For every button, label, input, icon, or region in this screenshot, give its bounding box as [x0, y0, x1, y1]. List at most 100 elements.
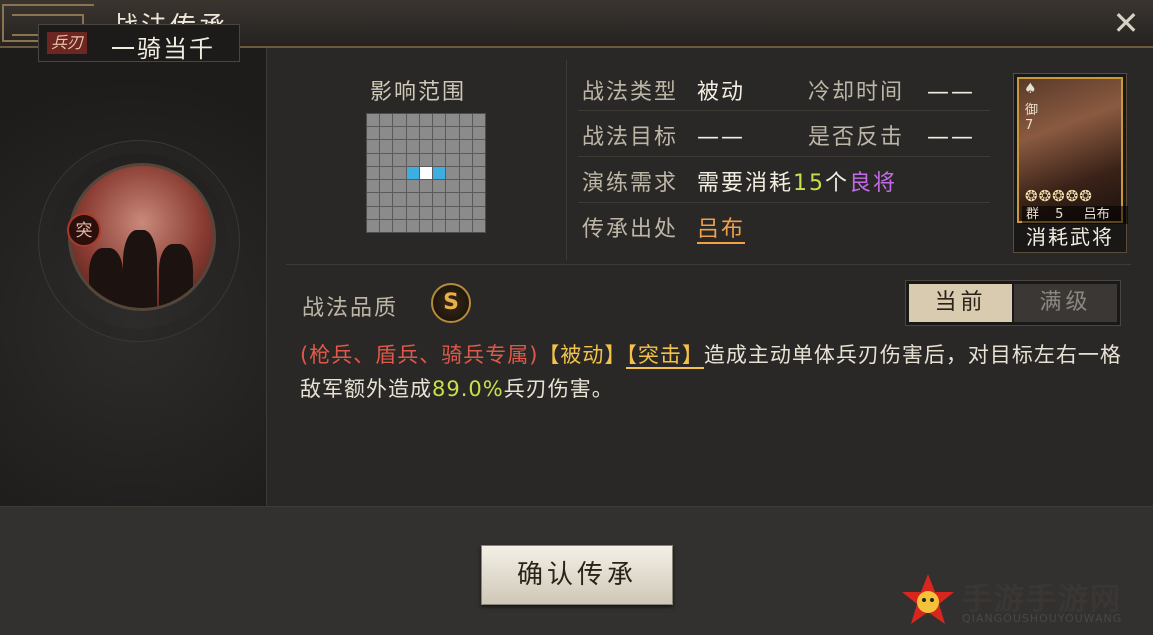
- range-label: 影响范围: [370, 80, 467, 105]
- range-cell: [419, 140, 433, 153]
- range-cell: [380, 127, 393, 140]
- tag-assault-link[interactable]: 【突击】: [626, 343, 704, 369]
- range-cell: [393, 180, 406, 193]
- range-cell: [459, 180, 472, 193]
- range-cell: [380, 140, 393, 153]
- divider: [286, 264, 1131, 265]
- divider: [566, 60, 567, 260]
- general-name: 吕布: [1083, 207, 1110, 222]
- info-row-counter: 是否反击 ——: [808, 119, 975, 151]
- close-icon[interactable]: ✕: [1109, 6, 1143, 40]
- range-cell: [419, 206, 433, 219]
- range-cell: [446, 206, 459, 219]
- range-cell: [446, 166, 459, 180]
- watermark: 手游手游网 QIANGOUSHOUYOUWANG: [900, 570, 1150, 630]
- range-cell: [367, 206, 380, 219]
- range-cell: [433, 193, 446, 206]
- range-cell: [406, 219, 419, 232]
- range-cell: [406, 206, 419, 219]
- spade-icon: ♠: [1024, 81, 1037, 97]
- range-cell: [472, 180, 485, 193]
- range-cell: [472, 127, 485, 140]
- range-cell: [367, 114, 380, 127]
- range-cell: [393, 206, 406, 219]
- range-cell: [406, 193, 419, 206]
- range-cell: [459, 140, 472, 153]
- range-cell: [419, 153, 433, 166]
- range-cell: [419, 180, 433, 193]
- confirm-inherit-button[interactable]: 确认传承: [481, 545, 673, 605]
- range-cell: [406, 180, 419, 193]
- counter-label: 是否反击: [808, 125, 905, 150]
- range-cell: [393, 166, 406, 180]
- info-row-type: 战法类型 被动: [582, 74, 745, 106]
- range-cell: [393, 219, 406, 232]
- tab-max-level[interactable]: 满级: [1014, 284, 1117, 322]
- range-cell: [419, 193, 433, 206]
- range-cell: [472, 153, 485, 166]
- range-cell: [472, 166, 485, 180]
- watermark-logo-icon: [902, 574, 954, 624]
- description-text-end: 兵刃伤害。: [503, 377, 614, 401]
- source-general-link[interactable]: 吕布: [697, 217, 746, 244]
- range-cell: [406, 140, 419, 153]
- range-cell: [406, 153, 419, 166]
- range-cell: [380, 153, 393, 166]
- info-row-source: 传承出处 吕布: [582, 211, 746, 244]
- range-cell: [472, 140, 485, 153]
- range-cell-hit: [406, 166, 419, 180]
- range-cell: [406, 127, 419, 140]
- quality-label: 战法品质: [302, 296, 399, 321]
- skill-type-label: 战法类型: [582, 80, 679, 105]
- range-cell: [433, 127, 446, 140]
- info-row-target: 战法目标 ——: [582, 119, 745, 151]
- range-cell: [459, 114, 472, 127]
- watermark-subtext: QIANGOUSHOUYOUWANG: [962, 612, 1123, 625]
- drill-unit: 个: [825, 171, 850, 196]
- range-cell: [367, 219, 380, 232]
- range-cell: [433, 153, 446, 166]
- range-cell: [367, 180, 380, 193]
- range-cell: [419, 114, 433, 127]
- range-cell: [433, 206, 446, 219]
- range-cell: [459, 206, 472, 219]
- cooldown-label: 冷却时间: [808, 80, 905, 105]
- range-cell: [446, 153, 459, 166]
- range-cell: [380, 166, 393, 180]
- source-label: 传承出处: [582, 217, 679, 242]
- range-cell: [367, 140, 380, 153]
- info-row-drill: 演练需求 需要消耗15个良将: [582, 165, 897, 197]
- tab-current[interactable]: 当前: [909, 284, 1012, 322]
- range-cell: [367, 193, 380, 206]
- range-cell: [393, 114, 406, 127]
- range-cell: [472, 114, 485, 127]
- drill-label: 演练需求: [582, 171, 679, 196]
- range-cell: [419, 127, 433, 140]
- troop-restriction: (枪兵、盾兵、骑兵专属): [300, 343, 539, 367]
- range-grid: [366, 113, 486, 233]
- level-toggle: 当前 满级: [905, 280, 1121, 326]
- range-cell: [380, 114, 393, 127]
- skill-type-value: 被动: [697, 80, 746, 105]
- range-cell: [367, 166, 380, 180]
- general-card[interactable]: ♠ 御 7 ❂❂❂❂❂ 群 5 吕布 消耗武将: [1013, 73, 1128, 253]
- skill-name-tag: 兵刃 一骑当千: [38, 24, 240, 63]
- range-cell: [393, 193, 406, 206]
- target-value: ——: [697, 125, 746, 150]
- range-cell: [446, 193, 459, 206]
- range-cell: [459, 127, 472, 140]
- range-cell: [433, 219, 446, 232]
- range-cell: [446, 140, 459, 153]
- range-cell: [380, 193, 393, 206]
- divider: [578, 202, 990, 203]
- target-label: 战法目标: [582, 125, 679, 150]
- quality-grade-badge: S: [431, 283, 471, 323]
- card-caption: 消耗武将: [1026, 225, 1114, 249]
- divider: [578, 110, 990, 111]
- range-cell: [393, 140, 406, 153]
- tag-passive: 【被动】: [538, 343, 627, 367]
- range-cell: [406, 114, 419, 127]
- range-cell: [433, 114, 446, 127]
- range-cell: [393, 153, 406, 166]
- range-cell: [433, 140, 446, 153]
